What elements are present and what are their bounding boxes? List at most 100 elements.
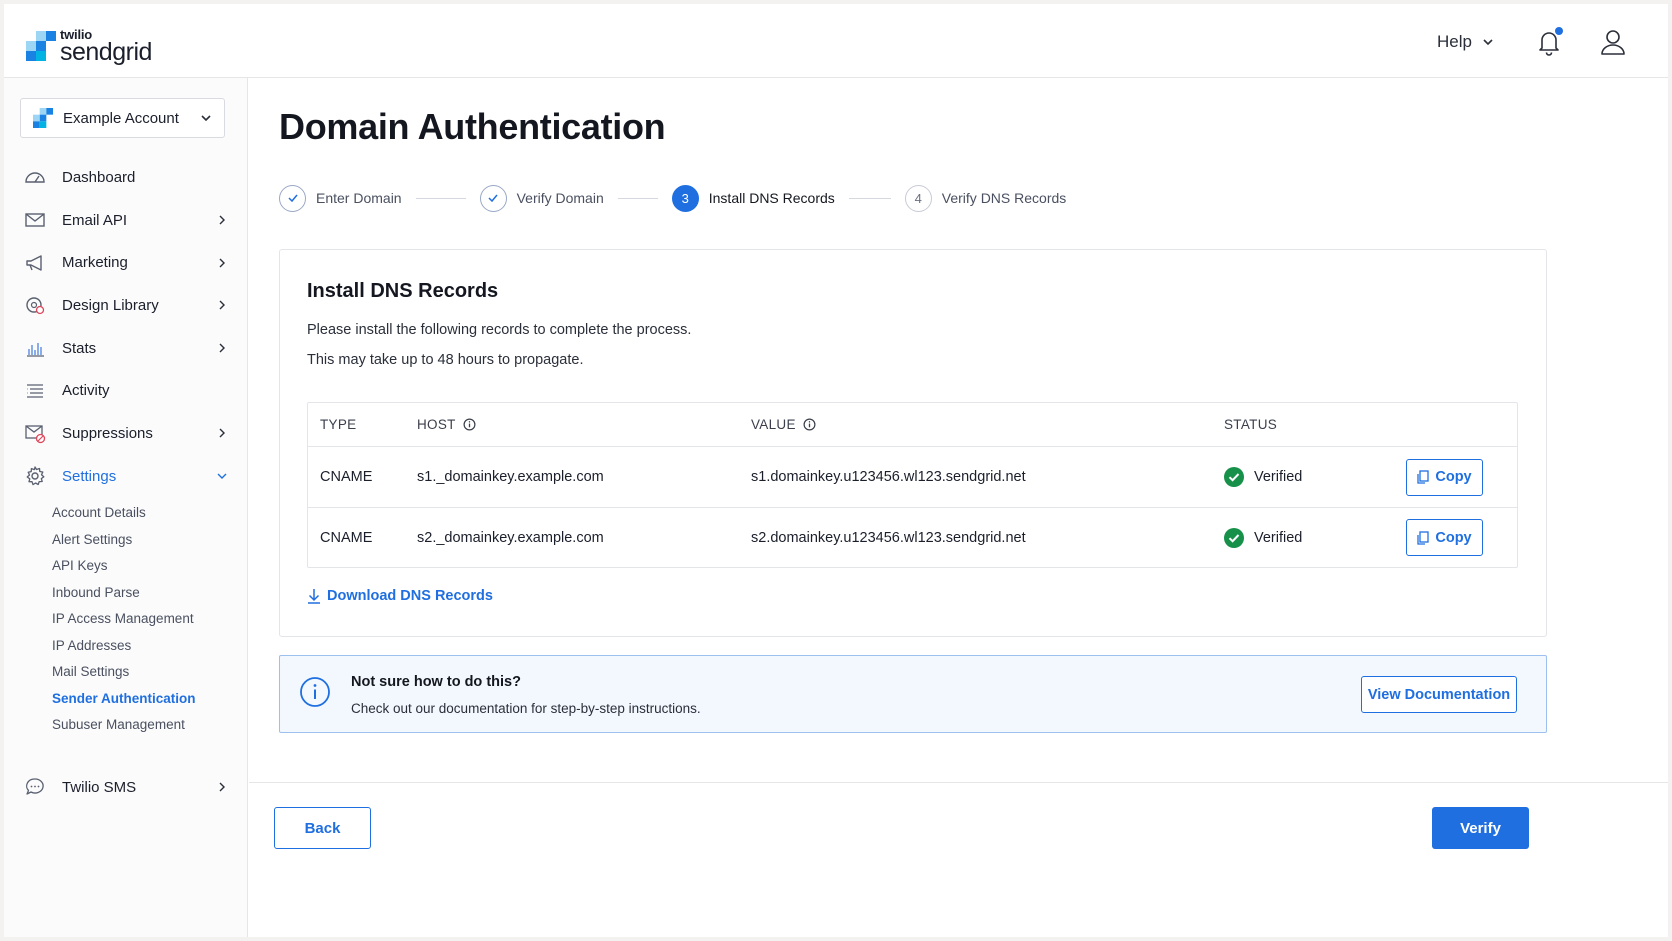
info-icon[interactable] bbox=[463, 418, 476, 431]
sidebar-item-suppressions[interactable]: Suppressions bbox=[4, 412, 247, 455]
step-label: Install DNS Records bbox=[708, 190, 835, 206]
record-status: Verified bbox=[1224, 527, 1406, 548]
copy-button[interactable]: Copy bbox=[1406, 458, 1483, 496]
column-status: STATUS bbox=[1224, 417, 1278, 432]
download-dns-records-link[interactable]: Download DNS Records bbox=[307, 588, 493, 604]
record-value: s2.domainkey.u123456.wl123.sendgrid.net bbox=[751, 529, 1026, 546]
gear-icon bbox=[26, 466, 45, 486]
sidebar-subitem-alert-settings[interactable]: Alert Settings bbox=[52, 526, 247, 553]
chevron-right-icon bbox=[219, 300, 225, 310]
sidebar-subitem-account-details[interactable]: Account Details bbox=[52, 500, 247, 527]
check-circle-icon bbox=[1224, 527, 1244, 548]
record-type: CNAME bbox=[320, 469, 373, 485]
column-value: VALUE bbox=[751, 417, 1224, 432]
settings-subnav: Account Details Alert Settings API Keys … bbox=[4, 500, 247, 739]
help-menu[interactable]: Help bbox=[1437, 32, 1494, 52]
account-switcher[interactable]: Example Account bbox=[20, 98, 225, 138]
step-verify-dns-records: 4 Verify DNS Records bbox=[904, 184, 1066, 212]
table-row: CNAME s2._domainkey.example.com s2.domai… bbox=[308, 507, 1517, 567]
sidebar-item-label: Email API bbox=[62, 211, 128, 229]
sidebar-item-label: Suppressions bbox=[62, 424, 153, 442]
step-install-dns-records: 3 Install DNS Records bbox=[671, 184, 835, 212]
sidebar-subitem-api-keys[interactable]: API Keys bbox=[52, 553, 247, 580]
palette-icon bbox=[26, 297, 45, 315]
logo-sendgrid-text: sendgrid bbox=[60, 37, 152, 66]
check-circle-icon bbox=[1224, 467, 1244, 487]
step-connector bbox=[415, 197, 466, 199]
record-type: CNAME bbox=[320, 529, 373, 546]
check-icon bbox=[479, 184, 507, 212]
sidebar-subitem-mail-settings[interactable]: Mail Settings bbox=[52, 659, 247, 686]
chevron-right-icon bbox=[219, 258, 225, 268]
record-status: Verified bbox=[1224, 467, 1406, 487]
notifications-button[interactable] bbox=[1534, 27, 1564, 57]
megaphone-icon bbox=[26, 255, 42, 271]
dns-records-table: TYPE HOST VALUE STATUS CNAME s1._domaink… bbox=[307, 402, 1518, 568]
sidebar-item-label: Twilio SMS bbox=[62, 778, 137, 796]
info-icon[interactable] bbox=[803, 418, 816, 431]
progress-stepper: Enter Domain Verify Domain 3 Install DNS… bbox=[279, 184, 1066, 212]
verify-button[interactable]: Verify bbox=[1432, 807, 1529, 849]
record-host: s2._domainkey.example.com bbox=[417, 529, 604, 546]
sidebar-item-label: Dashboard bbox=[62, 168, 136, 186]
column-host-label: HOST bbox=[417, 417, 456, 432]
sidebar-nav: Dashboard Email API Marketing Design Lib… bbox=[4, 156, 247, 738]
back-button[interactable]: Back bbox=[274, 807, 371, 849]
step-number: 3 bbox=[671, 184, 699, 212]
sidebar-item-label: Settings bbox=[62, 467, 117, 485]
sidebar-item-label: Design Library bbox=[62, 296, 159, 314]
sidebar-item-marketing[interactable]: Marketing bbox=[4, 241, 247, 284]
table-header: TYPE HOST VALUE STATUS bbox=[308, 403, 1517, 447]
status-label: Verified bbox=[1254, 469, 1303, 485]
chevron-right-icon bbox=[219, 782, 225, 792]
chevron-right-icon bbox=[219, 215, 225, 225]
sidebar-subitem-sender-authentication[interactable]: Sender Authentication bbox=[52, 685, 247, 712]
sidebar-item-design-library[interactable]: Design Library bbox=[4, 284, 247, 327]
user-profile-icon[interactable] bbox=[1598, 27, 1628, 57]
sidebar-item-dashboard[interactable]: Dashboard bbox=[4, 156, 247, 199]
sidebar-item-email-api[interactable]: Email API bbox=[4, 199, 247, 242]
main-content: Domain Authentication Enter Domain Verif… bbox=[249, 78, 1668, 937]
page-title: Domain Authentication bbox=[279, 106, 666, 147]
step-enter-domain: Enter Domain bbox=[279, 184, 402, 212]
dns-records-card: Install DNS Records Please install the f… bbox=[279, 249, 1547, 637]
chevron-right-icon bbox=[219, 343, 225, 353]
sidebar-item-twilio-sms[interactable]: Twilio SMS bbox=[4, 766, 247, 809]
copy-button[interactable]: Copy bbox=[1406, 519, 1483, 556]
bar-chart-icon bbox=[27, 343, 44, 357]
card-description-secondary: This may take up to 48 hours to propagat… bbox=[307, 352, 584, 368]
banner-text: Check out our documentation for step-by-… bbox=[351, 701, 701, 716]
step-number: 4 bbox=[904, 184, 932, 212]
step-connector bbox=[617, 197, 658, 199]
help-banner: Not sure how to do this? Check out our d… bbox=[279, 655, 1547, 733]
column-type: TYPE bbox=[320, 417, 357, 432]
app-window: twilio sendgrid Help Example Account Das… bbox=[4, 4, 1668, 937]
sidebar-subitem-ip-access-management[interactable]: IP Access Management bbox=[52, 606, 247, 633]
check-icon bbox=[279, 184, 306, 212]
column-host: HOST bbox=[417, 417, 751, 432]
sidebar: Example Account Dashboard Email API Mark… bbox=[4, 78, 248, 937]
sidebar-item-activity[interactable]: Activity bbox=[4, 369, 247, 412]
view-documentation-button[interactable]: View Documentation bbox=[1361, 676, 1517, 713]
download-label: Download DNS Records bbox=[327, 588, 493, 604]
copy-icon bbox=[1417, 470, 1430, 484]
info-circle-icon bbox=[300, 677, 330, 707]
chevron-down-icon bbox=[1483, 39, 1493, 46]
card-title: Install DNS Records bbox=[307, 280, 499, 302]
step-connector bbox=[848, 197, 891, 199]
chat-bubble-icon bbox=[26, 778, 44, 795]
sidebar-item-settings[interactable]: Settings bbox=[4, 455, 247, 498]
chevron-down-icon bbox=[201, 115, 211, 122]
status-label: Verified bbox=[1254, 529, 1303, 546]
sidebar-item-stats[interactable]: Stats bbox=[4, 327, 247, 370]
top-header: twilio sendgrid Help bbox=[4, 4, 1668, 78]
sendgrid-logo[interactable]: twilio sendgrid bbox=[26, 26, 152, 66]
copy-label: Copy bbox=[1435, 529, 1472, 546]
sidebar-subitem-inbound-parse[interactable]: Inbound Parse bbox=[52, 579, 247, 606]
sidebar-subitem-subuser-management[interactable]: Subuser Management bbox=[52, 712, 247, 739]
copy-label: Copy bbox=[1435, 469, 1472, 485]
sendgrid-logo-icon bbox=[26, 31, 56, 61]
sidebar-subitem-ip-addresses[interactable]: IP Addresses bbox=[52, 632, 247, 659]
account-name: Example Account bbox=[63, 109, 179, 127]
record-value: s1.domainkey.u123456.wl123.sendgrid.net bbox=[751, 469, 1026, 485]
